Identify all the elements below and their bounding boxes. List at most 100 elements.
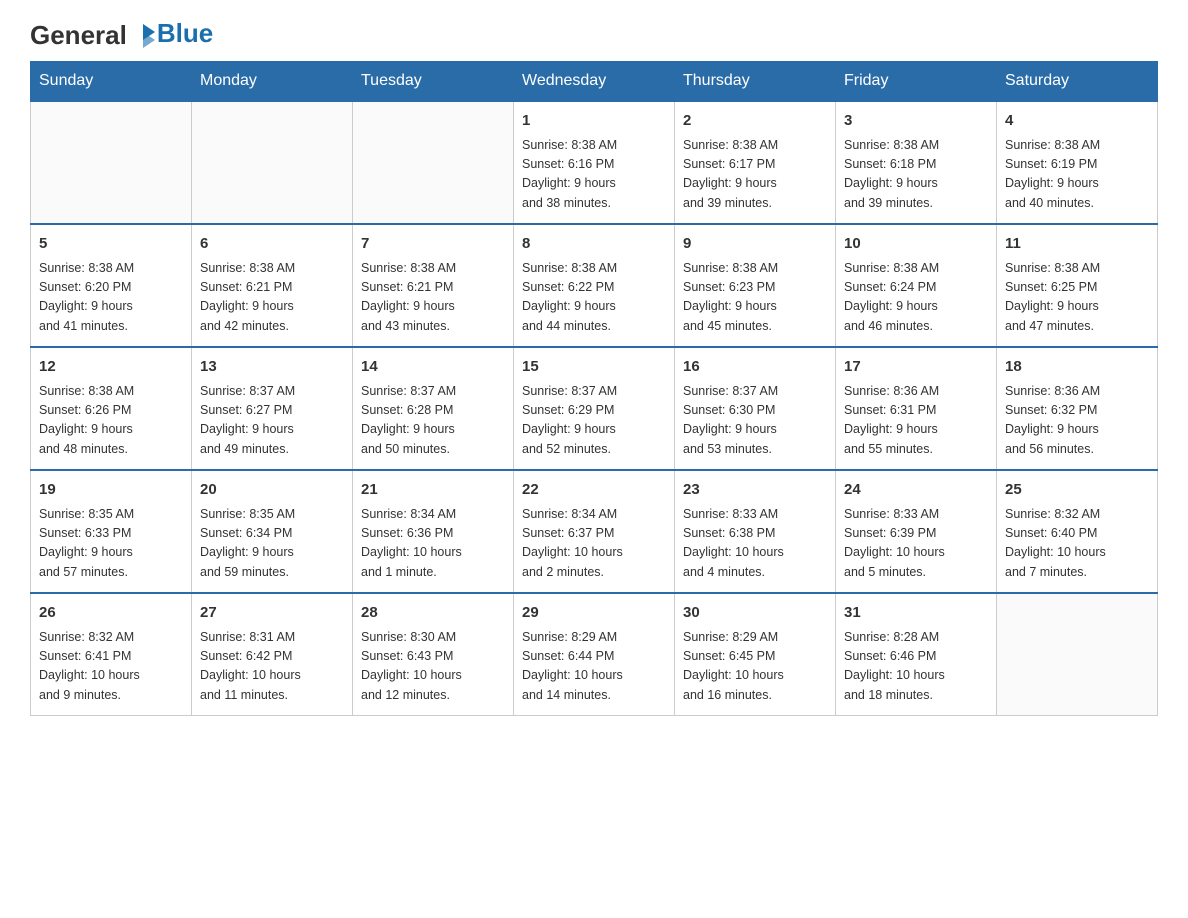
day-number: 5 bbox=[39, 233, 183, 256]
day-info: Sunrise: 8:34 AM Sunset: 6:37 PM Dayligh… bbox=[522, 505, 666, 583]
calendar-cell: 26Sunrise: 8:32 AM Sunset: 6:41 PM Dayli… bbox=[31, 593, 192, 716]
calendar-day-header-saturday: Saturday bbox=[997, 62, 1158, 102]
day-info: Sunrise: 8:34 AM Sunset: 6:36 PM Dayligh… bbox=[361, 505, 505, 583]
calendar-day-header-friday: Friday bbox=[836, 62, 997, 102]
day-info: Sunrise: 8:38 AM Sunset: 6:16 PM Dayligh… bbox=[522, 136, 666, 214]
calendar-cell: 12 Sunrise: 8:38 AM Sunset: 6:26 PM Dayli… bbox=[31, 347, 192, 470]
day-number: 10 bbox=[844, 233, 988, 256]
day-number: 15 bbox=[522, 356, 666, 379]
day-number: 22 bbox=[522, 479, 666, 502]
day-info: Sunrise: 8:33 AM Sunset: 6:39 PM Dayligh… bbox=[844, 505, 988, 583]
calendar-cell: 20 Sunrise: 8:35 AM Sunset: 6:34 PM Dayli… bbox=[192, 470, 353, 593]
day-info: Sunrise: 8:31 AM Sunset: 6:42 PM Dayligh… bbox=[200, 628, 344, 706]
calendar-week-row: 5Sunrise: 8:38 AM Sunset: 6:20 PM Daylig… bbox=[31, 224, 1158, 347]
calendar-header-row: SundayMondayTuesdayWednesdayThursdayFrid… bbox=[31, 62, 1158, 102]
calendar-cell: 10 Sunrise: 8:38 AM Sunset: 6:24 PM Dayli… bbox=[836, 224, 997, 347]
calendar-cell: 27 Sunrise: 8:31 AM Sunset: 6:42 PM Dayli… bbox=[192, 593, 353, 716]
calendar-week-row: 1Sunrise: 8:38 AM Sunset: 6:16 PM Daylig… bbox=[31, 101, 1158, 224]
day-number: 12 bbox=[39, 356, 183, 379]
day-number: 23 bbox=[683, 479, 827, 502]
calendar-cell: 30 Sunrise: 8:29 AM Sunset: 6:45 PM Dayli… bbox=[675, 593, 836, 716]
calendar-cell: 3 Sunrise: 8:38 AM Sunset: 6:18 PM Daylig… bbox=[836, 101, 997, 224]
day-number: 29 bbox=[522, 602, 666, 625]
day-number: 4 bbox=[1005, 110, 1149, 133]
day-number: 19 bbox=[39, 479, 183, 502]
day-info: Sunrise: 8:36 AM Sunset: 6:32 PM Dayligh… bbox=[1005, 382, 1149, 460]
day-info: Sunrise: 8:32 AM Sunset: 6:40 PM Dayligh… bbox=[1005, 505, 1149, 583]
calendar-cell: 15 Sunrise: 8:37 AM Sunset: 6:29 PM Dayli… bbox=[514, 347, 675, 470]
day-number: 27 bbox=[200, 602, 344, 625]
day-number: 11 bbox=[1005, 233, 1149, 256]
day-number: 6 bbox=[200, 233, 344, 256]
calendar-table: SundayMondayTuesdayWednesdayThursdayFrid… bbox=[30, 61, 1158, 716]
calendar-cell: 5Sunrise: 8:38 AM Sunset: 6:20 PM Daylig… bbox=[31, 224, 192, 347]
day-number: 13 bbox=[200, 356, 344, 379]
calendar-cell bbox=[192, 101, 353, 224]
day-info: Sunrise: 8:38 AM Sunset: 6:26 PM Dayligh… bbox=[39, 382, 183, 460]
calendar-cell: 9 Sunrise: 8:38 AM Sunset: 6:23 PM Daylig… bbox=[675, 224, 836, 347]
calendar-cell: 18 Sunrise: 8:36 AM Sunset: 6:32 PM Dayli… bbox=[997, 347, 1158, 470]
day-info: Sunrise: 8:38 AM Sunset: 6:17 PM Dayligh… bbox=[683, 136, 827, 214]
logo-flag-icon bbox=[129, 22, 157, 50]
day-number: 9 bbox=[683, 233, 827, 256]
day-info: Sunrise: 8:38 AM Sunset: 6:24 PM Dayligh… bbox=[844, 259, 988, 337]
day-number: 2 bbox=[683, 110, 827, 133]
logo: General Blue bbox=[30, 20, 213, 51]
day-number: 30 bbox=[683, 602, 827, 625]
calendar-week-row: 26Sunrise: 8:32 AM Sunset: 6:41 PM Dayli… bbox=[31, 593, 1158, 716]
day-number: 18 bbox=[1005, 356, 1149, 379]
calendar-cell: 31Sunrise: 8:28 AM Sunset: 6:46 PM Dayli… bbox=[836, 593, 997, 716]
calendar-cell: 8 Sunrise: 8:38 AM Sunset: 6:22 PM Daylig… bbox=[514, 224, 675, 347]
day-info: Sunrise: 8:33 AM Sunset: 6:38 PM Dayligh… bbox=[683, 505, 827, 583]
day-info: Sunrise: 8:38 AM Sunset: 6:21 PM Dayligh… bbox=[200, 259, 344, 337]
day-info: Sunrise: 8:29 AM Sunset: 6:45 PM Dayligh… bbox=[683, 628, 827, 706]
day-info: Sunrise: 8:38 AM Sunset: 6:22 PM Dayligh… bbox=[522, 259, 666, 337]
day-number: 31 bbox=[844, 602, 988, 625]
calendar-day-header-tuesday: Tuesday bbox=[353, 62, 514, 102]
day-info: Sunrise: 8:37 AM Sunset: 6:29 PM Dayligh… bbox=[522, 382, 666, 460]
calendar-day-header-sunday: Sunday bbox=[31, 62, 192, 102]
day-info: Sunrise: 8:38 AM Sunset: 6:18 PM Dayligh… bbox=[844, 136, 988, 214]
day-number: 28 bbox=[361, 602, 505, 625]
day-info: Sunrise: 8:37 AM Sunset: 6:30 PM Dayligh… bbox=[683, 382, 827, 460]
day-number: 14 bbox=[361, 356, 505, 379]
day-info: Sunrise: 8:38 AM Sunset: 6:19 PM Dayligh… bbox=[1005, 136, 1149, 214]
calendar-week-row: 19 Sunrise: 8:35 AM Sunset: 6:33 PM Dayli… bbox=[31, 470, 1158, 593]
day-info: Sunrise: 8:38 AM Sunset: 6:25 PM Dayligh… bbox=[1005, 259, 1149, 337]
calendar-cell: 25 Sunrise: 8:32 AM Sunset: 6:40 PM Dayli… bbox=[997, 470, 1158, 593]
day-info: Sunrise: 8:38 AM Sunset: 6:21 PM Dayligh… bbox=[361, 259, 505, 337]
day-number: 8 bbox=[522, 233, 666, 256]
calendar-day-header-thursday: Thursday bbox=[675, 62, 836, 102]
logo-general: General bbox=[30, 20, 127, 51]
day-info: Sunrise: 8:29 AM Sunset: 6:44 PM Dayligh… bbox=[522, 628, 666, 706]
calendar-cell: 29 Sunrise: 8:29 AM Sunset: 6:44 PM Dayli… bbox=[514, 593, 675, 716]
day-info: Sunrise: 8:38 AM Sunset: 6:23 PM Dayligh… bbox=[683, 259, 827, 337]
calendar-cell: 11 Sunrise: 8:38 AM Sunset: 6:25 PM Dayli… bbox=[997, 224, 1158, 347]
day-number: 3 bbox=[844, 110, 988, 133]
calendar-cell bbox=[31, 101, 192, 224]
calendar-cell: 2 Sunrise: 8:38 AM Sunset: 6:17 PM Daylig… bbox=[675, 101, 836, 224]
day-info: Sunrise: 8:35 AM Sunset: 6:34 PM Dayligh… bbox=[200, 505, 344, 583]
calendar-cell: 14 Sunrise: 8:37 AM Sunset: 6:28 PM Dayli… bbox=[353, 347, 514, 470]
calendar-cell: 21Sunrise: 8:34 AM Sunset: 6:36 PM Dayli… bbox=[353, 470, 514, 593]
day-number: 24 bbox=[844, 479, 988, 502]
calendar-cell: 23 Sunrise: 8:33 AM Sunset: 6:38 PM Dayli… bbox=[675, 470, 836, 593]
day-info: Sunrise: 8:35 AM Sunset: 6:33 PM Dayligh… bbox=[39, 505, 183, 583]
calendar-cell: 1Sunrise: 8:38 AM Sunset: 6:16 PM Daylig… bbox=[514, 101, 675, 224]
calendar-cell: 17Sunrise: 8:36 AM Sunset: 6:31 PM Dayli… bbox=[836, 347, 997, 470]
day-number: 20 bbox=[200, 479, 344, 502]
day-number: 7 bbox=[361, 233, 505, 256]
calendar-day-header-monday: Monday bbox=[192, 62, 353, 102]
day-number: 25 bbox=[1005, 479, 1149, 502]
day-number: 26 bbox=[39, 602, 183, 625]
calendar-cell: 6 Sunrise: 8:38 AM Sunset: 6:21 PM Daylig… bbox=[192, 224, 353, 347]
calendar-cell: 7 Sunrise: 8:38 AM Sunset: 6:21 PM Daylig… bbox=[353, 224, 514, 347]
calendar-cell bbox=[353, 101, 514, 224]
day-info: Sunrise: 8:37 AM Sunset: 6:28 PM Dayligh… bbox=[361, 382, 505, 460]
calendar-cell: 13 Sunrise: 8:37 AM Sunset: 6:27 PM Dayli… bbox=[192, 347, 353, 470]
day-info: Sunrise: 8:37 AM Sunset: 6:27 PM Dayligh… bbox=[200, 382, 344, 460]
calendar-cell: 19 Sunrise: 8:35 AM Sunset: 6:33 PM Dayli… bbox=[31, 470, 192, 593]
calendar-cell: 4 Sunrise: 8:38 AM Sunset: 6:19 PM Daylig… bbox=[997, 101, 1158, 224]
day-number: 17 bbox=[844, 356, 988, 379]
calendar-cell: 24 Sunrise: 8:33 AM Sunset: 6:39 PM Dayli… bbox=[836, 470, 997, 593]
